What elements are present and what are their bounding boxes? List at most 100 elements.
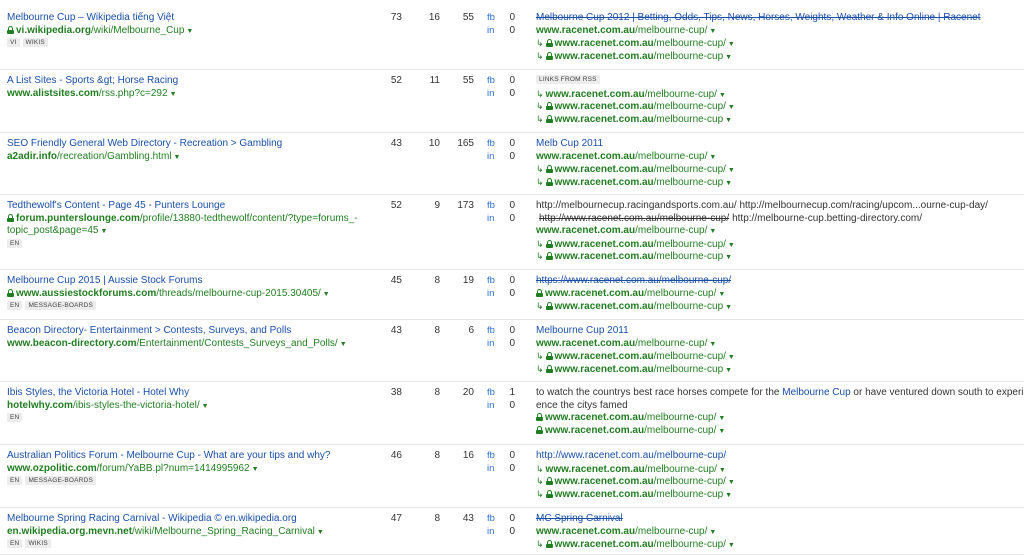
referring-page-title[interactable]: Melbourne Spring Racing Carnival - Wikip… <box>7 513 367 526</box>
target-url[interactable]: ↳ www.racenet.com.au/melbourne-cup ▼ <box>536 50 1021 63</box>
referring-page-url[interactable]: a2adir.info/recreation/Gambling.html ▼ <box>7 151 367 164</box>
referring-page-url[interactable]: www.beacon-directory.com/Entertainment/C… <box>7 338 367 351</box>
chevron-down-icon[interactable]: ▼ <box>719 467 726 474</box>
referring-page-title[interactable]: Tedthewolf's Content - Page 45 - Punters… <box>7 200 367 213</box>
anchor-text[interactable]: Melbourne Cup 2011 <box>536 325 1021 338</box>
referring-page-url-continued[interactable]: topic_post&page=45 ▼ <box>7 225 367 238</box>
referring-page-path: /rss.php?c=292 <box>98 87 168 99</box>
anchor-text[interactable]: Melb Cup 2011 <box>536 138 1021 151</box>
chevron-down-icon[interactable]: ▼ <box>728 479 735 486</box>
target-url[interactable]: ↳ www.racenet.com.au/melbourne-cup ▼ <box>536 113 1021 126</box>
target-url[interactable]: ↳ www.racenet.com.au/melbourne-cup/▼ <box>536 100 1021 113</box>
target-url[interactable]: www.racenet.com.au/melbourne-cup/▼ <box>536 338 1021 351</box>
tag-badge: EN <box>7 476 23 485</box>
target-domain: www.racenet.com.au <box>545 412 645 423</box>
chevron-down-icon[interactable]: ▼ <box>718 291 725 298</box>
target-url[interactable]: www.racenet.com.au/melbourne-cup/▼ <box>536 25 1021 38</box>
chevron-down-icon[interactable]: ▼ <box>725 304 732 311</box>
target-url[interactable]: ↳ www.racenet.com.au/melbourne-cup/▼ <box>536 238 1021 251</box>
target-url[interactable]: www.racenet.com.au/melbourne-cup/▼ <box>536 288 1021 301</box>
target-url[interactable]: ↳ www.racenet.com.au/melbourne-cup/▼ <box>536 538 1021 551</box>
referring-page-url[interactable]: forum.punterslounge.com/profile/13880-te… <box>7 213 367 226</box>
chevron-down-icon[interactable]: ▼ <box>725 367 732 374</box>
target-url[interactable]: ↳ www.racenet.com.au/melbourne-cup/▼ <box>536 350 1021 363</box>
referring-page-title[interactable]: SEO Friendly General Web Directory - Rec… <box>7 138 367 151</box>
chevron-down-icon[interactable]: ▼ <box>709 529 716 536</box>
target-url[interactable]: ↳ www.racenet.com.au/melbourne-cup/▼ <box>536 463 1021 476</box>
chevron-down-icon[interactable]: ▼ <box>725 54 732 61</box>
referring-page-title[interactable]: Australian Politics Forum - Melbourne Cu… <box>7 450 367 463</box>
chevron-down-icon[interactable]: ▼ <box>709 228 716 235</box>
chevron-down-icon[interactable]: ▼ <box>340 341 347 348</box>
target-url[interactable]: ↳ www.racenet.com.au/melbourne-cup/▼ <box>536 88 1021 101</box>
chevron-down-icon[interactable]: ▼ <box>719 92 726 99</box>
chevron-down-icon[interactable]: ▼ <box>725 492 732 499</box>
target-url[interactable]: www.racenet.com.au/melbourne-cup/▼ <box>536 425 1021 438</box>
target-url[interactable]: ↳ www.racenet.com.au/melbourne-cup ▼ <box>536 488 1021 501</box>
chevron-down-icon[interactable]: ▼ <box>725 180 732 187</box>
target-url[interactable]: ↳ www.racenet.com.au/melbourne-cup ▼ <box>536 363 1021 376</box>
chevron-down-icon[interactable]: ▼ <box>725 117 732 124</box>
chevron-down-icon[interactable]: ▼ <box>174 154 181 161</box>
chevron-down-icon[interactable]: ▼ <box>252 466 259 473</box>
anchor-text[interactable]: Melbourne Cup 2012 | Betting, Odds, Tips… <box>536 12 1021 25</box>
referring-page-title[interactable]: Melbourne Cup 2015 | Aussie Stock Forums <box>7 275 367 288</box>
facebook-label: fb <box>487 513 495 524</box>
chevron-down-icon[interactable]: ▼ <box>718 428 725 435</box>
target-url[interactable]: ↳ www.racenet.com.au/melbourne-cup ▼ <box>536 300 1021 313</box>
target-url[interactable]: www.racenet.com.au/melbourne-cup/▼ <box>536 151 1021 164</box>
anchor-text[interactable]: MC Spring Carnival <box>536 513 1021 526</box>
referring-page-url[interactable]: hotelwhy.com/ibis-styles-the-victoria-ho… <box>7 400 367 413</box>
referring-page-title[interactable]: Melbourne Cup – Wikipedia tiếng Việt <box>7 12 367 25</box>
chevron-down-icon[interactable]: ▼ <box>202 403 209 410</box>
target-url[interactable]: ↳ www.racenet.com.au/melbourne-cup/▼ <box>536 475 1021 488</box>
target-url[interactable]: www.racenet.com.au/melbourne-cup/▼ <box>536 412 1021 425</box>
target-url[interactable]: ↳ www.racenet.com.au/melbourne-cup/▼ <box>536 163 1021 176</box>
chevron-down-icon[interactable]: ▼ <box>728 242 735 249</box>
social-counts: 00 <box>505 12 515 37</box>
chevron-down-icon[interactable]: ▼ <box>709 341 716 348</box>
facebook-count: 0 <box>509 450 515 461</box>
target-url[interactable]: ↳ www.racenet.com.au/melbourne-cup/▼ <box>536 37 1021 50</box>
anchor-and-target-cell: https://www.racenet.com.au/melbourne-cup… <box>536 275 1021 313</box>
chevron-down-icon[interactable]: ▼ <box>317 529 324 536</box>
chevron-down-icon[interactable]: ▼ <box>709 28 716 35</box>
chevron-down-icon[interactable]: ▼ <box>728 542 735 549</box>
chevron-down-icon[interactable]: ▼ <box>728 167 735 174</box>
chevron-down-icon[interactable]: ▼ <box>186 28 193 35</box>
anchor-link[interactable]: Melbourne Cup <box>782 387 850 398</box>
chevron-down-icon[interactable]: ▼ <box>170 91 177 98</box>
target-path: /melbourne-cup/ <box>635 337 708 349</box>
chevron-down-icon[interactable]: ▼ <box>728 354 735 361</box>
target-url[interactable]: www.racenet.com.au/melbourne-cup/▼ <box>536 526 1021 539</box>
target-url[interactable]: www.racenet.com.au/melbourne-cup/▼ <box>536 225 1021 238</box>
target-url[interactable]: ↳ www.racenet.com.au/melbourne-cup ▼ <box>536 250 1021 263</box>
target-domain: www.racenet.com.au <box>554 113 654 125</box>
referring-page-url[interactable]: www.ozpolitic.com/forum/YaBB.pl?num=1414… <box>7 463 367 476</box>
referring-page-url[interactable]: vi.wikipedia.org/wiki/Melbourne_Cup ▼ <box>7 25 367 38</box>
referring-domains-value: 173 <box>457 200 474 211</box>
chevron-down-icon[interactable]: ▼ <box>718 415 725 422</box>
chevron-down-icon[interactable]: ▼ <box>323 291 330 298</box>
chevron-down-icon[interactable]: ▼ <box>709 154 716 161</box>
chevron-down-icon[interactable]: ▼ <box>100 228 107 235</box>
referring-page-title[interactable]: A List Sites - Sports &gt; Horse Racing <box>7 75 367 88</box>
redirect-arrow-icon: ↳ <box>536 251 544 261</box>
referring-page-url[interactable]: en.wikipedia.org.mevn.net/wiki/Melbourne… <box>7 526 367 539</box>
anchor-text[interactable]: http://www.racenet.com.au/melbourne-cup/ <box>536 450 1021 463</box>
redirect-arrow-icon: ↳ <box>536 238 544 249</box>
referring-page-domain: hotelwhy.com <box>7 399 73 411</box>
chevron-down-icon[interactable]: ▼ <box>725 254 732 261</box>
referring-page-url[interactable]: www.aussiestockforums.com/threads/melbou… <box>7 288 367 301</box>
chevron-down-icon[interactable]: ▼ <box>728 41 735 48</box>
referring-page-title[interactable]: Beacon Directory- Entertainment > Contes… <box>7 325 367 338</box>
anchor-text[interactable]: https://www.racenet.com.au/melbourne-cup… <box>536 275 1021 288</box>
referring-page-title[interactable]: Ibis Styles, the Victoria Hotel - Hotel … <box>7 387 367 400</box>
tag-list: VI WIKIS <box>7 38 367 49</box>
target-domain: www.racenet.com.au <box>536 150 636 162</box>
social-labels: fb in <box>487 138 501 163</box>
target-path: /melbourne-cup/ <box>653 101 726 112</box>
target-url[interactable]: ↳ www.racenet.com.au/melbourne-cup ▼ <box>536 176 1021 189</box>
referring-page-url[interactable]: www.alistsites.com/rss.php?c=292 ▼ <box>7 88 367 101</box>
chevron-down-icon[interactable]: ▼ <box>728 104 735 111</box>
